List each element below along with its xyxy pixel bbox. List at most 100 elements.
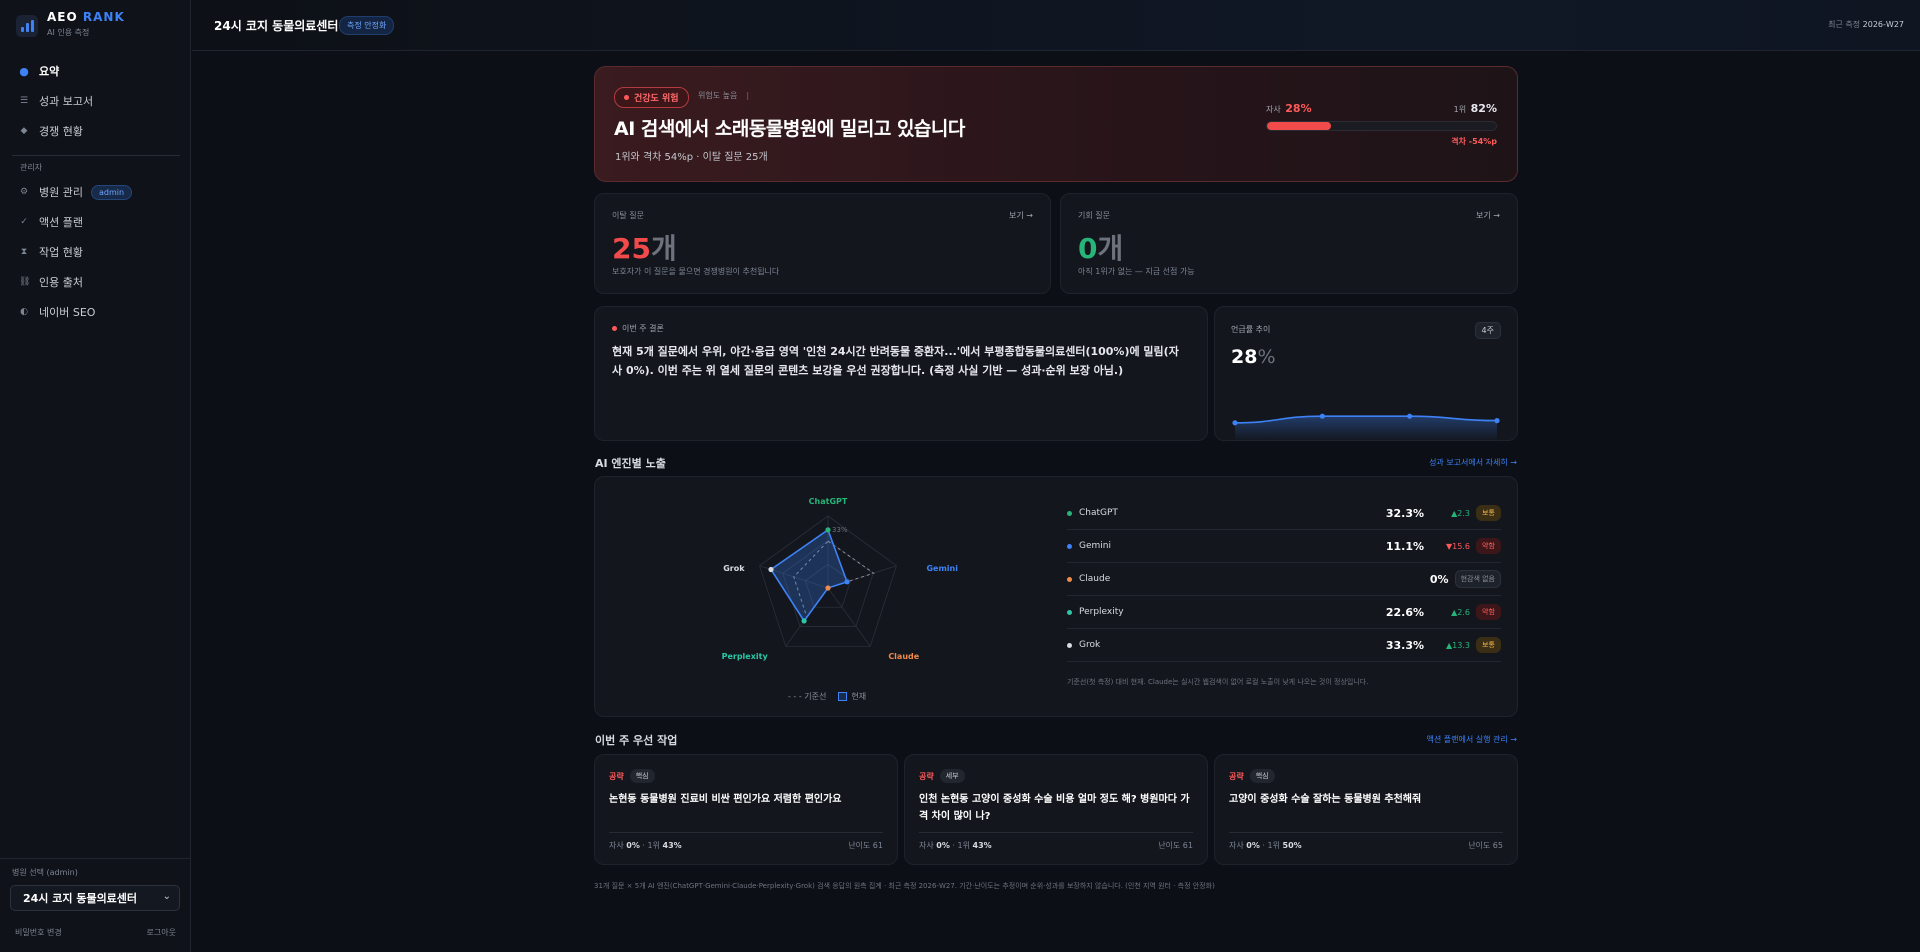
trend-point [1494, 418, 1500, 424]
mention-trend-card: 언급률 추이 4주 28% [1214, 306, 1518, 441]
admin-badge: admin [90, 184, 133, 200]
hospital-select-value: 24시 코지 동물의료센터 [23, 892, 138, 905]
task-card[interactable]: 공략 핵심 논현동 동물병원 진료비 비싼 편인가요 저렴한 편인가요 자사 0% ·… [594, 754, 898, 865]
risk-level: 위험도 높음 | [698, 91, 750, 100]
task-card[interactable]: 공략 세부 인천 논현동 고양이 중성화 수술 비용 얼마 정도 해? 병원마다 가… [904, 754, 1208, 865]
task-title: 고양이 중성화 수술 잘하는 동물병원 추천해줘 [1229, 794, 1422, 805]
lost-questions-card: 이탈 질문 보기 → 25개 보호자가 이 질문을 물으면 경쟁병원이 추천됩니… [594, 193, 1051, 294]
engines-section-title: AI 엔진별 노출 [595, 457, 666, 470]
nav-item-citation-sources[interactable]: ⛓ 인용 출처 [12, 267, 180, 297]
task-title: 인천 논현동 고양이 중성화 수술 비용 얼마 정도 해? 병원마다 가격 차이… [919, 794, 1190, 822]
gap-value: 격차 -54%p [1451, 137, 1497, 146]
radar-point [768, 566, 774, 573]
nav-label: 요약 [39, 65, 60, 78]
radar-label: Perplexity [722, 652, 769, 661]
share-comparison: 자사 28% 1위 82% 격차 -54%p [1266, 102, 1497, 147]
legend-baseline: - - - 기준선 [788, 692, 827, 701]
engine-note: 기준선(첫 측정) 대비 현재. Claude는 실시간 웹검색이 없어 로컬 … [1067, 678, 1369, 686]
self-share: 자사 28% [1266, 102, 1312, 115]
nav-item-competition[interactable]: ◆ 경쟁 현황 [12, 116, 180, 146]
nav-item-hospital-admin[interactable]: ⚙ 병원 관리 admin [12, 177, 180, 207]
engine-pct: 22.6% [1385, 605, 1424, 619]
card-description: 보호자가 이 질문을 물으면 경쟁병원이 추천됩니다 [612, 267, 780, 276]
task-difficulty: 난이도 61 [848, 841, 883, 850]
sidebar: AEO RANK AI 인용 측정 ● 요약 ☰ 성과 보고서 ◆ 경쟁 현황 관리자… [0, 0, 191, 952]
brand[interactable]: AEO RANK AI 인용 측정 [16, 8, 125, 38]
change-password-link[interactable]: 비밀번호 변경 [15, 927, 62, 938]
nav-label: 경쟁 현황 [39, 125, 83, 138]
card-description: 아직 1위가 없는 — 지금 선점 가능 [1078, 267, 1195, 276]
engine-name: ChatGPT [1079, 508, 1118, 518]
gear-icon: ⚙ [19, 187, 29, 197]
engine-row[interactable]: Claude 0% 현감색 없음 [1067, 563, 1501, 596]
admin-section-label: 관리자 [20, 163, 43, 172]
nav-item-action-plan[interactable]: ✓ 액션 플랜 [12, 207, 180, 237]
trend-point [1232, 420, 1238, 426]
hospital-select[interactable]: 24시 코지 동물의료센터 ⌄ [10, 885, 180, 911]
view-opportunity-link[interactable]: 보기 → [1476, 210, 1500, 221]
engine-status-tag: 약함 [1476, 604, 1501, 620]
trend-sparkline [1232, 413, 1500, 441]
engine-color-dot [1067, 609, 1072, 615]
share-progress-fill [1267, 122, 1332, 130]
view-lost-questions-link[interactable]: 보기 → [1009, 210, 1033, 221]
engine-row[interactable]: Gemini 11.1% ▼15.6 약함 [1067, 530, 1501, 563]
nav-item-task-status[interactable]: ⧗ 작업 현황 [12, 237, 180, 267]
half-circle-icon: ◐ [20, 307, 28, 317]
nav-item-naver-seo[interactable]: ◐ 네이버 SEO [12, 297, 180, 327]
task-tags: 공략 핵심 [609, 769, 655, 783]
hero-subtitle: 1위와 격차 54%p · 이탈 질문 25개 [615, 152, 768, 163]
engine-name: Claude [1079, 574, 1111, 584]
divider [12, 155, 180, 156]
page-title: 24시 코지 동물의료센터 [214, 19, 339, 33]
top-share: 1위 82% [1453, 102, 1497, 115]
nav-item-summary[interactable]: ● 요약 [12, 56, 180, 86]
dot-icon [612, 326, 617, 331]
latest-measure: 최근 측정 2026-W27 [1828, 20, 1904, 29]
task-card[interactable]: 공략 핵심 고양이 중성화 수술 잘하는 동물병원 추천해줘 자사 0% · 1위 5… [1214, 754, 1518, 865]
task-stats: 자사 0% · 1위 50% [1229, 841, 1302, 850]
engine-row[interactable]: Grok 33.3% ▲13.3 보통 [1067, 629, 1501, 662]
top-bar: 24시 코지 동물의료센터 측정 안정화 최근 측정 2026-W27 [192, 0, 1920, 51]
divider [919, 832, 1193, 833]
engine-row[interactable]: Perplexity 22.6% ▲2.6 약함 [1067, 596, 1501, 629]
engine-name: Grok [1079, 640, 1101, 650]
task-level-badge: 핵심 [1249, 769, 1275, 783]
engine-pct: 11.1% [1385, 539, 1424, 553]
radar-legend: - - - 기준선 현재 [788, 691, 866, 702]
radar-axis [827, 587, 871, 647]
engine-pct: 0% [1429, 572, 1449, 586]
divider [1229, 832, 1503, 833]
task-level-badge: 세부 [939, 769, 965, 783]
task-kind: 공략 [609, 771, 624, 781]
alert-dot-icon [624, 95, 629, 100]
engine-status-tag: 보통 [1476, 505, 1501, 521]
engine-status-tag: 보통 [1476, 637, 1501, 653]
report-detail-link[interactable]: 성과 보고서에서 자세히 → [1429, 457, 1517, 468]
check-icon: ✓ [20, 217, 28, 227]
radar-label: Claude [888, 652, 919, 661]
divider [609, 832, 883, 833]
logout-link[interactable]: 로그아웃 [147, 927, 176, 938]
footer-note: 31개 질문 × 5개 AI 엔진(ChatGPT·Gemini·Claude·… [594, 882, 1215, 890]
nav-label: 작업 현황 [39, 246, 83, 259]
nav-label: 성과 보고서 [39, 95, 94, 108]
engine-pct: 32.3% [1385, 506, 1424, 520]
health-pill: 건강도 위험 [614, 87, 689, 108]
task-stats: 자사 0% · 1위 43% [609, 841, 682, 850]
engine-color-dot [1067, 510, 1072, 516]
diamond-icon: ◆ [20, 126, 28, 136]
admin-nav: ⚙ 병원 관리 admin ✓ 액션 플랜 ⧗ 작업 현황 ⛓ 인용 출처 ◐ 네이버 SE… [12, 177, 180, 327]
engine-status-tag: 현감색 없음 [1454, 570, 1501, 588]
engine-row[interactable]: ChatGPT 32.3% ▲2.3 보통 [1067, 497, 1501, 530]
radar-label: ChatGPT [809, 497, 848, 506]
engine-name: Gemini [1079, 541, 1111, 551]
engine-change: ▲2.3 [1451, 508, 1470, 518]
status-badge: 측정 안정화 [339, 16, 395, 35]
nav-item-report[interactable]: ☰ 성과 보고서 [12, 86, 180, 116]
radar-point [825, 585, 831, 591]
radar-point [825, 527, 831, 533]
health-banner: 건강도 위험 위험도 높음 | AI 검색에서 소래동물병원에 밀리고 있습니다 … [594, 66, 1518, 182]
radar-label: Gemini [926, 564, 958, 573]
action-plan-link[interactable]: 액션 플랜에서 실행 관리 → [1427, 734, 1517, 745]
